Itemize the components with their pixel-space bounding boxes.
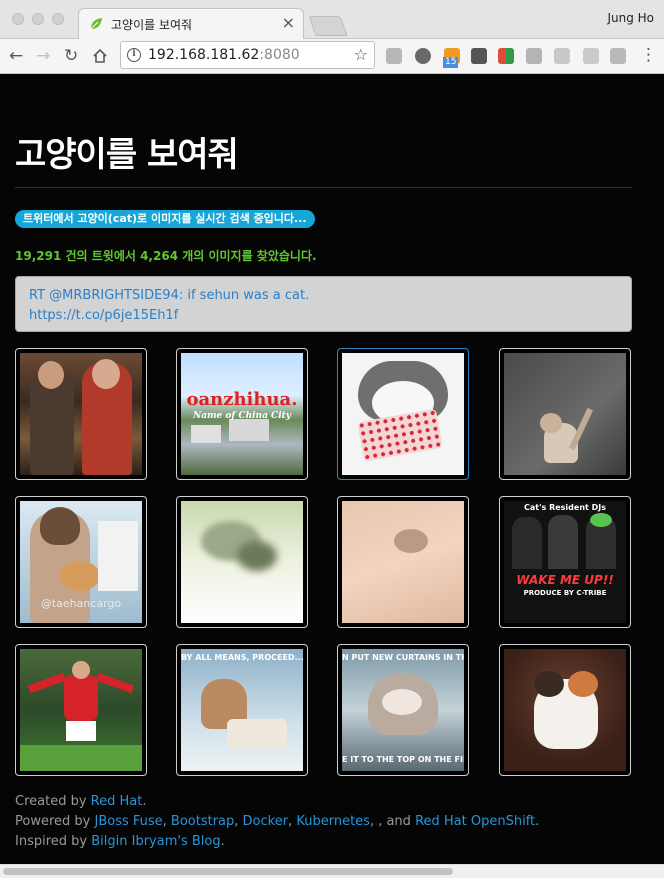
thumbnail-image: @taehancargo xyxy=(20,501,142,623)
status-badge: 트위터에서 고양이(cat)로 이미지를 실시간 검색 중입니다... xyxy=(15,210,315,228)
thumbnail[interactable] xyxy=(337,348,469,480)
maximize-window-icon[interactable] xyxy=(52,13,64,25)
url-text: 192.168.181.62:8080 xyxy=(148,47,300,63)
thumbnail[interactable]: @taehancargo xyxy=(15,496,147,628)
tweet-link[interactable]: https://t.co/p6je15Eh1f xyxy=(29,306,618,326)
kubernetes-link[interactable]: Kubernetes xyxy=(296,814,370,829)
menu-icon[interactable]: ⋮ xyxy=(640,45,657,65)
browser-toolbar: ← → ↻ i 192.168.181.62:8080 ☆ 15 ⋮ xyxy=(0,39,664,74)
rss-extension-icon[interactable]: 15 xyxy=(443,48,460,68)
thumbnail-image xyxy=(342,353,464,475)
page-title: 고양이를 보여줘 xyxy=(15,135,239,175)
docker-link[interactable]: Docker xyxy=(243,814,289,829)
thumbnail-image xyxy=(20,649,142,771)
close-window-icon[interactable] xyxy=(12,13,24,25)
thumbnail[interactable] xyxy=(337,496,469,628)
profile-name[interactable]: Jung Ho xyxy=(607,11,654,25)
gray-extension-icon[interactable] xyxy=(526,48,542,64)
thumbnail[interactable] xyxy=(176,496,308,628)
jboss-fuse-link[interactable]: JBoss Fuse xyxy=(94,814,162,829)
rss-badge: 15 xyxy=(443,57,459,68)
evernote-extension-icon[interactable] xyxy=(415,48,431,64)
thumbnail-image: BY ALL MEANS, PROCEED... xyxy=(181,649,303,771)
font-extension-icon[interactable] xyxy=(471,48,487,64)
thumbnail[interactable] xyxy=(499,644,631,776)
recycle-extension-icon[interactable] xyxy=(610,48,626,64)
apps-extension-icon[interactable] xyxy=(498,48,514,64)
back-icon[interactable]: ← xyxy=(9,46,23,66)
home-icon[interactable] xyxy=(92,48,108,64)
thumbnail-image xyxy=(342,501,464,623)
forward-icon[interactable]: → xyxy=(36,46,50,66)
angular-extension-icon[interactable] xyxy=(554,48,570,64)
tweet-text: RT @MRBRIGHTSIDE94: if sehun was a cat. xyxy=(29,288,310,303)
thumbnail[interactable]: oanzhihua. Name of China City xyxy=(176,348,308,480)
thumbnail[interactable]: N PUT NEW CURTAINS IN THE LIVING E IT TO… xyxy=(337,644,469,776)
footer-created: Created by Red Hat. xyxy=(15,794,147,809)
thumbnail[interactable] xyxy=(15,348,147,480)
title-divider xyxy=(15,187,632,188)
address-bar[interactable]: i 192.168.181.62:8080 ☆ xyxy=(120,41,375,69)
footer-powered: Powered by JBoss Fuse, Bootstrap, Docker… xyxy=(15,814,540,829)
info-icon[interactable]: i xyxy=(127,48,141,62)
thumbnail-image: N PUT NEW CURTAINS IN THE LIVING E IT TO… xyxy=(342,649,464,771)
thumbnail-image xyxy=(504,353,626,475)
thumbnail[interactable] xyxy=(15,644,147,776)
b-extension-icon[interactable] xyxy=(583,48,599,64)
tab-title: 고양이를 보여줘 xyxy=(111,18,193,32)
blog-link[interactable]: Bilgin Ibryam's Blog xyxy=(91,834,220,849)
reload-icon[interactable]: ↻ xyxy=(64,46,78,66)
tab-close-icon[interactable]: × xyxy=(282,13,295,32)
footer: Created by Red Hat. Powered by JBoss Fus… xyxy=(15,792,539,852)
scrollbar-thumb[interactable] xyxy=(3,868,453,875)
drive-extension-icon[interactable] xyxy=(386,48,402,64)
browser-tab[interactable]: 고양이를 보여줘 × xyxy=(78,8,304,39)
thumbnail-image xyxy=(181,501,303,623)
thumbnail-image xyxy=(20,353,142,475)
new-tab-button[interactable] xyxy=(308,16,348,36)
browser-tab-bar: 고양이를 보여줘 × Jung Ho xyxy=(0,0,664,39)
stats-text: 19,291 건의 트윗에서 4,264 개의 이미지를 찾았습니다. xyxy=(15,249,317,263)
openshift-link[interactable]: Red Hat OpenShift xyxy=(415,814,535,829)
footer-inspired: Inspired by Bilgin Ibryam's Blog. xyxy=(15,834,225,849)
thumbnail-image xyxy=(504,649,626,771)
thumbnail-image: Cat's Resident DJs WAKE ME UP!! PRODUCE … xyxy=(504,501,626,623)
star-icon[interactable]: ☆ xyxy=(354,45,368,64)
thumbnail-image: oanzhihua. Name of China City xyxy=(181,353,303,475)
thumbnail[interactable]: Cat's Resident DJs WAKE ME UP!! PRODUCE … xyxy=(499,496,631,628)
minimize-window-icon[interactable] xyxy=(32,13,44,25)
thumbnail[interactable]: BY ALL MEANS, PROCEED... xyxy=(176,644,308,776)
thumbnail[interactable] xyxy=(499,348,631,480)
tweet-box: RT @MRBRIGHTSIDE94: if sehun was a cat. … xyxy=(15,276,632,332)
leaf-icon xyxy=(90,18,102,30)
horizontal-scrollbar[interactable] xyxy=(0,864,664,878)
redhat-link[interactable]: Red Hat xyxy=(91,794,143,809)
bootstrap-link[interactable]: Bootstrap xyxy=(171,814,234,829)
